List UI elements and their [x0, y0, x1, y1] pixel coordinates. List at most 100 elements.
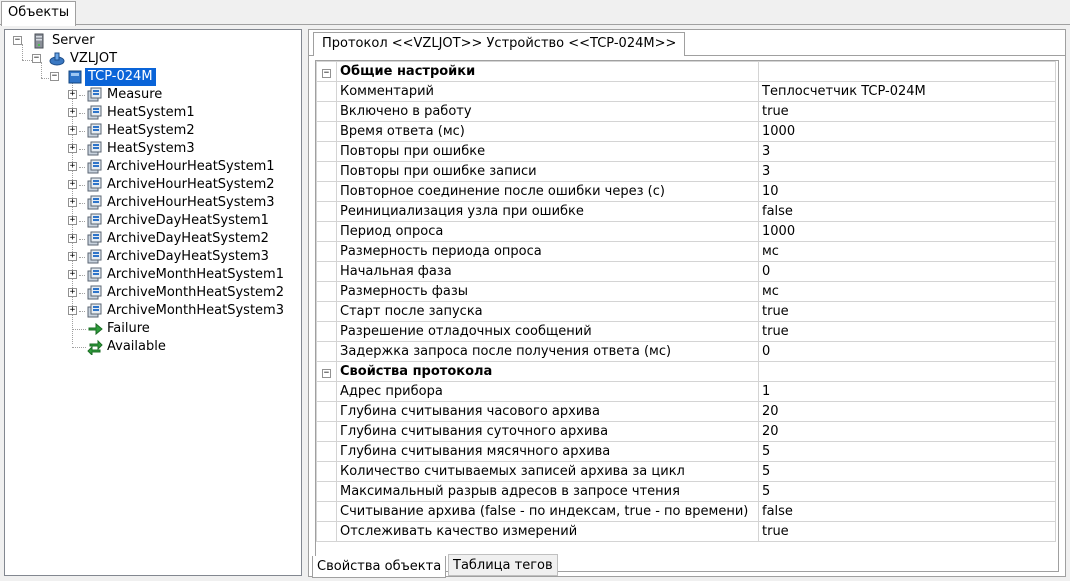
tree-node-group[interactable]: + ArchiveDayHeatSystem2	[5, 230, 301, 248]
expand-icon[interactable]: +	[68, 216, 77, 225]
property-value[interactable]: 1000	[758, 121, 1056, 142]
property-row[interactable]: Количество считываемых записей архива за…	[316, 461, 1056, 482]
expand-icon[interactable]: +	[68, 162, 77, 171]
property-row[interactable]: Старт после запуска true	[316, 301, 1056, 322]
property-value[interactable]: мс	[758, 281, 1056, 302]
tree-node-group[interactable]: + HeatSystem2	[5, 122, 301, 140]
property-row[interactable]: Время ответа (мс) 1000	[316, 121, 1056, 142]
property-value[interactable]: 0	[758, 341, 1056, 362]
property-value[interactable]: 10	[758, 181, 1056, 202]
tree-node-group[interactable]: + HeatSystem1	[5, 104, 301, 122]
object-tree[interactable]: − Server − VZLJOT − TCP-024M + Measure + He…	[4, 29, 302, 576]
property-row[interactable]: Повторы при ошибке записи 3	[316, 161, 1056, 182]
tag-group-icon	[87, 195, 102, 210]
expand-icon[interactable]: +	[68, 270, 77, 279]
property-value[interactable]: 3	[758, 141, 1056, 162]
tree-node-group[interactable]: + ArchiveHourHeatSystem2	[5, 176, 301, 194]
collapse-icon[interactable]: −	[50, 72, 59, 81]
tab-object-properties[interactable]: Свойства объекта	[312, 556, 447, 578]
property-value[interactable]: false	[758, 201, 1056, 222]
property-value[interactable]: true	[758, 301, 1056, 322]
tree-node-group[interactable]: + ArchiveMonthHeatSystem2	[5, 284, 301, 302]
expand-icon[interactable]: +	[68, 144, 77, 153]
tree-node-group[interactable]: + ArchiveMonthHeatSystem1	[5, 266, 301, 284]
property-row[interactable]: Размерность периода опроса мс	[316, 241, 1056, 262]
tree-node-server[interactable]: − Server	[5, 32, 301, 50]
property-value[interactable]: false	[758, 501, 1056, 522]
tree-node-failure[interactable]: Failure	[5, 320, 301, 338]
property-row[interactable]: Период опроса 1000	[316, 221, 1056, 242]
expand-icon[interactable]: +	[68, 90, 77, 99]
row-gutter	[316, 101, 337, 122]
property-row[interactable]: Максимальный разрыв адресов в запросе чт…	[316, 481, 1056, 502]
tab-tag-table[interactable]: Таблица тегов	[448, 554, 558, 576]
expand-icon[interactable]: +	[68, 180, 77, 189]
property-row[interactable]: Глубина считывания мясячного архива 5	[316, 441, 1056, 462]
tree-node-available[interactable]: Available	[5, 338, 301, 356]
property-value[interactable]: 5	[758, 481, 1056, 502]
property-row[interactable]: Реинициализация узла при ошибке false	[316, 201, 1056, 222]
expand-icon[interactable]: +	[68, 234, 77, 243]
category-toggle[interactable]: −	[316, 361, 337, 382]
device-icon	[68, 70, 82, 84]
property-value[interactable]: мс	[758, 241, 1056, 262]
network-protocol-icon	[49, 52, 65, 66]
property-value[interactable]: 5	[758, 461, 1056, 482]
tree-node-device[interactable]: − TCP-024M	[5, 68, 301, 86]
property-value[interactable]: true	[758, 101, 1056, 122]
property-row[interactable]: Отслеживать качество измерений true	[316, 521, 1056, 542]
collapse-icon[interactable]: −	[322, 369, 331, 378]
property-row[interactable]: Начальная фаза 0	[316, 261, 1056, 282]
expand-icon[interactable]: +	[68, 126, 77, 135]
collapse-icon[interactable]: −	[32, 54, 41, 63]
tree-node-group[interactable]: + ArchiveHourHeatSystem1	[5, 158, 301, 176]
property-category[interactable]: − Общие настройки	[316, 61, 1056, 82]
property-row[interactable]: Адрес прибора 1	[316, 381, 1056, 402]
property-value[interactable]: 0	[758, 261, 1056, 282]
property-value[interactable]: 1000	[758, 221, 1056, 242]
tree-node-group[interactable]: + ArchiveDayHeatSystem1	[5, 212, 301, 230]
objects-tab-strip: Объекты	[0, 0, 1070, 26]
tree-node-group[interactable]: + ArchiveMonthHeatSystem3	[5, 302, 301, 320]
property-row[interactable]: Повторное соединение после ошибки через …	[316, 181, 1056, 202]
property-value[interactable]: Теплосчетчик TCP-024M	[758, 81, 1056, 102]
tree-node-group[interactable]: + ArchiveHourHeatSystem3	[5, 194, 301, 212]
tree-node-vzljot[interactable]: − VZLJOT	[5, 50, 301, 68]
property-category[interactable]: − Свойства протокола	[316, 361, 1056, 382]
collapse-icon[interactable]: −	[13, 36, 22, 45]
expand-icon[interactable]: +	[68, 198, 77, 207]
expand-icon[interactable]: +	[68, 288, 77, 297]
expand-icon[interactable]: +	[68, 306, 77, 315]
property-row[interactable]: Глубина считывания суточного архива 20	[316, 421, 1056, 442]
property-value[interactable]: 5	[758, 441, 1056, 462]
property-row[interactable]: Разрешение отладочных сообщений true	[316, 321, 1056, 342]
property-value[interactable]: 20	[758, 401, 1056, 422]
property-row[interactable]: Комментарий Теплосчетчик TCP-024M	[316, 81, 1056, 102]
expand-icon[interactable]: +	[68, 108, 77, 117]
property-row[interactable]: Задержка запроса после получения ответа …	[316, 341, 1056, 362]
property-row[interactable]: Считывание архива (false - по индексам, …	[316, 501, 1056, 522]
row-gutter	[316, 181, 337, 202]
property-row[interactable]: Повторы при ошибке 3	[316, 141, 1056, 162]
tab-protocol-device[interactable]: Протокол <<VZLJOT>> Устройство <<TCP-024…	[313, 32, 686, 56]
property-value[interactable]: true	[758, 321, 1056, 342]
property-row[interactable]: Включено в работу true	[316, 101, 1056, 122]
tree-connector	[79, 203, 85, 204]
property-row[interactable]: Размерность фазы мс	[316, 281, 1056, 302]
property-value[interactable]: true	[758, 521, 1056, 542]
collapse-icon[interactable]: −	[322, 69, 331, 78]
tree-node-group[interactable]: + ArchiveDayHeatSystem3	[5, 248, 301, 266]
property-grid[interactable]: − Общие настройки Комментарий Теплосчетчик …	[315, 60, 1059, 572]
property-name: Количество считываемых записей архива за…	[336, 461, 759, 482]
category-toggle[interactable]: −	[316, 61, 337, 82]
tag-group-icon	[87, 105, 102, 120]
property-value[interactable]: 20	[758, 421, 1056, 442]
tab-objects[interactable]: Объекты	[1, 1, 77, 26]
tree-node-group[interactable]: + Measure	[5, 86, 301, 104]
property-row[interactable]: Глубина считывания часового архива 20	[316, 401, 1056, 422]
expand-icon[interactable]: +	[68, 252, 77, 261]
property-value[interactable]: 3	[758, 161, 1056, 182]
tree-node-group[interactable]: + HeatSystem3	[5, 140, 301, 158]
property-value[interactable]: 1	[758, 381, 1056, 402]
tag-group-icon	[87, 141, 102, 156]
